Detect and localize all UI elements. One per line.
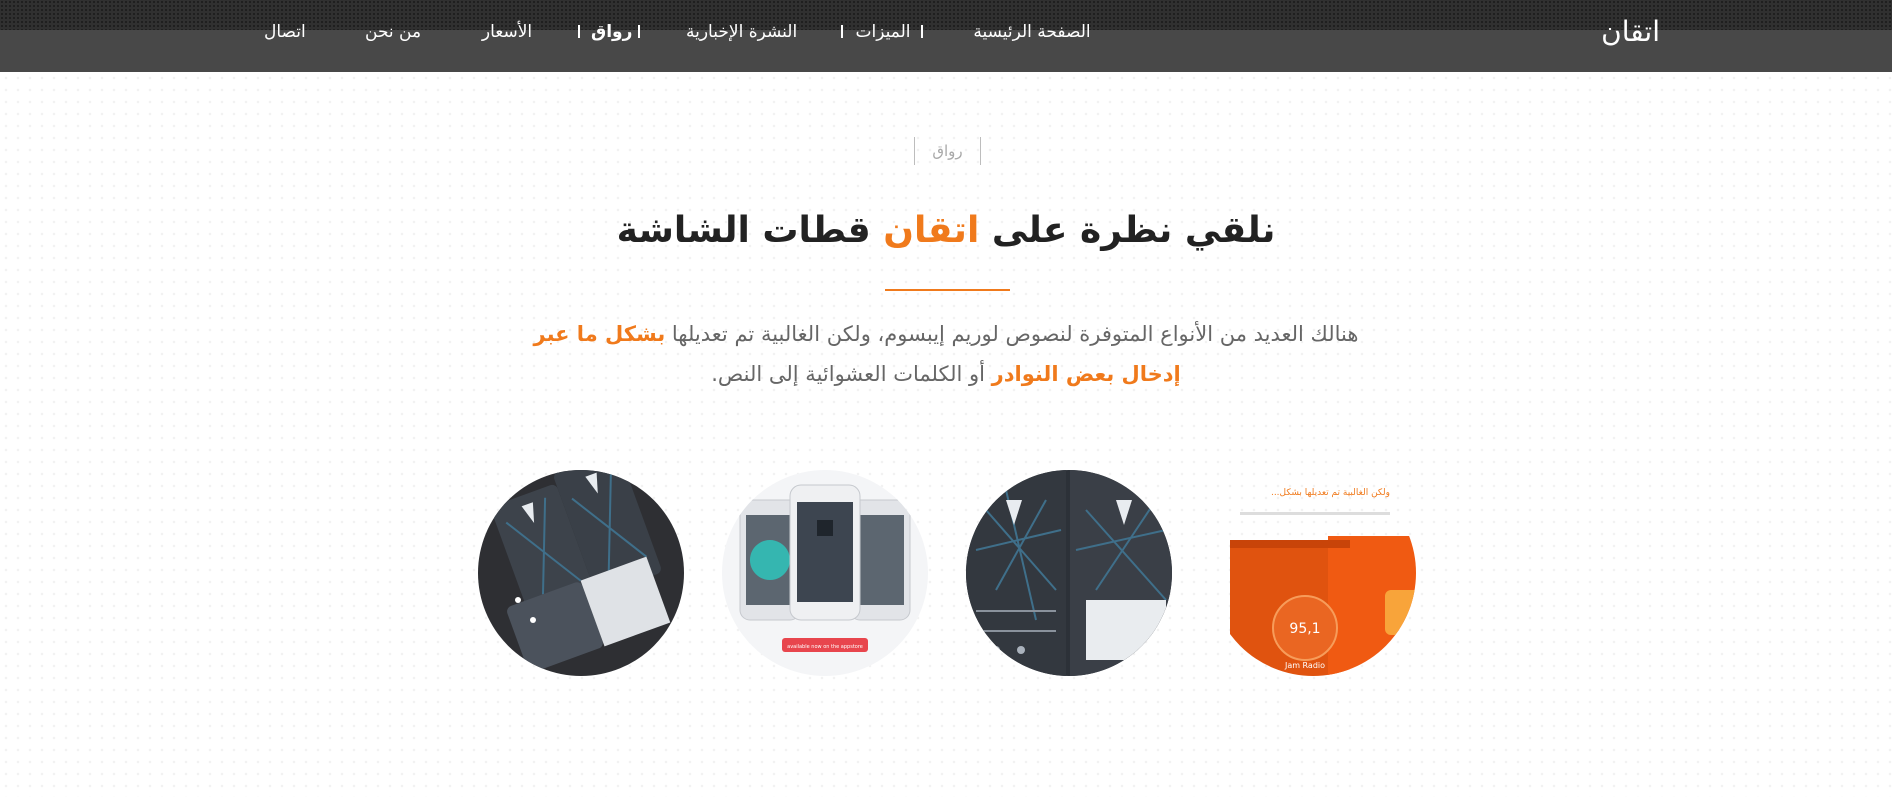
- title-divider: [885, 289, 1010, 291]
- screenshot-white-iphones[interactable]: available now on the appstore: [722, 470, 928, 676]
- nav-separator: [578, 25, 580, 38]
- radio-label: Jam Radio: [1284, 661, 1325, 670]
- nav-separator: [638, 25, 640, 38]
- nav-gallery[interactable]: رواق: [591, 20, 632, 44]
- section-title: نلقي نظرة على اتقان قطات الشاشة: [546, 206, 1346, 256]
- section-description: هنالك العديد من الأنواع المتوفرة لنصوص ل…: [496, 314, 1396, 394]
- title-accent: اتقان: [883, 210, 980, 251]
- screenshot-dark-phones[interactable]: [966, 470, 1172, 676]
- nav-features[interactable]: الميزات: [855, 20, 911, 44]
- top-navbar: اتقان الصفحة الرئيسية الميزات النشرة الإ…: [0, 0, 1892, 72]
- desc-highlight-1: بشكل ما عبر: [533, 322, 666, 346]
- nav-pricing[interactable]: الأسعار: [481, 20, 533, 44]
- radio-frequency: 95,1: [1289, 621, 1320, 637]
- nav-about[interactable]: من نحن: [365, 20, 421, 44]
- desc-part2: أو الكلمات العشوائية إلى النص.: [711, 362, 992, 386]
- site-logo[interactable]: اتقان: [1560, 14, 1660, 50]
- title-part2: قطات الشاشة: [616, 210, 884, 251]
- background-texture: [0, 72, 1892, 797]
- nav-separator: [921, 25, 923, 38]
- section-label: رواق: [914, 137, 981, 165]
- nav-contact[interactable]: اتصال: [264, 20, 306, 44]
- screenshot-dark-app-screens[interactable]: [478, 470, 684, 676]
- title-part1: نلقي نظرة على: [979, 210, 1276, 251]
- desc-highlight-2: إدخال بعض النوادر: [991, 362, 1181, 386]
- nav-separator: [841, 25, 843, 38]
- nav-newsletter[interactable]: النشرة الإخبارية: [686, 20, 797, 44]
- appstore-badge: available now on the appstore: [787, 644, 863, 650]
- desc-part1: هنالك العديد من الأنواع المتوفرة لنصوص ل…: [665, 322, 1359, 346]
- screenshot-orange-radio-app[interactable]: ...ولكن الغالبية تم تعديلها بشكل 95,1 Ja…: [1210, 470, 1416, 676]
- snippet-text: ...ولكن الغالبية تم تعديلها بشكل: [1271, 488, 1390, 498]
- nav-home[interactable]: الصفحة الرئيسية: [970, 20, 1094, 44]
